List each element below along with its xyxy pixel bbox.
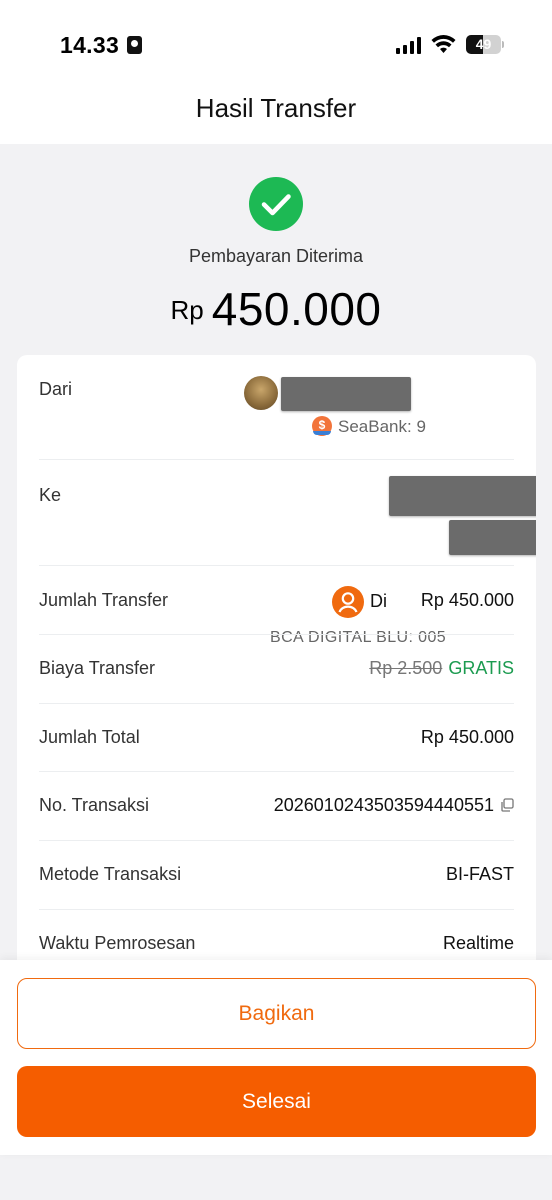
detail-label: No. Transaksi bbox=[39, 795, 150, 815]
battery-cap bbox=[502, 41, 504, 48]
payment-status: Pembayaran Diterima bbox=[188, 246, 364, 266]
detail-label: Metode Transaksi bbox=[39, 864, 182, 884]
detail-row-biaya-transfer: Biaya Transfer Rp 2.500 GRATIS bbox=[39, 635, 514, 704]
copy-icon[interactable] bbox=[500, 798, 514, 812]
original-fee: Rp 2.500 bbox=[369, 658, 443, 678]
detail-row-jumlah-transfer: Jumlah Transfer Rp 450.000 bbox=[39, 566, 514, 635]
done-button[interactable]: Selesai bbox=[17, 1066, 536, 1137]
detail-value: BI-FAST bbox=[445, 864, 514, 884]
recipient-account-redacted bbox=[449, 520, 536, 555]
detail-label: Biaya Transfer bbox=[39, 658, 156, 678]
cellular-signal-icon bbox=[396, 37, 421, 54]
amount-currency: Rp bbox=[170, 295, 204, 325]
battery-icon: 49 bbox=[466, 35, 501, 54]
detail-value: Rp 2.500 GRATIS bbox=[369, 658, 514, 679]
check-circle-icon bbox=[249, 177, 303, 231]
detail-row-dari: Dari SeaBank: 9 bbox=[39, 355, 514, 460]
transaction-details-card: Dari SeaBank: 9 Ke Di BCA DIGITAL BLU: 0… bbox=[17, 355, 536, 975]
detail-value: Rp 450.000 bbox=[420, 727, 514, 747]
status-time: 14.33 bbox=[60, 32, 120, 58]
transaction-number: 20260102435035944405​51 bbox=[273, 795, 494, 815]
amount-value: 450.000 bbox=[211, 283, 382, 335]
detail-value: Realtime bbox=[442, 933, 514, 953]
detail-label: Jumlah Transfer bbox=[39, 590, 169, 610]
share-button[interactable]: Bagikan bbox=[17, 978, 536, 1049]
detail-row-jumlah-total: Jumlah Total Rp 450.000 bbox=[39, 704, 514, 772]
transfer-amount: Rp 450.000 bbox=[0, 282, 552, 336]
seabank-logo-icon bbox=[312, 416, 332, 436]
sender-avatar bbox=[244, 376, 278, 410]
detail-label: Ke bbox=[39, 485, 62, 505]
status-bar: 14.33 49 bbox=[0, 0, 552, 88]
sender-bank-account: SeaBank: 9 bbox=[338, 417, 426, 436]
detail-value: Rp 450.000 bbox=[420, 590, 514, 610]
sender-name-redacted bbox=[281, 377, 411, 411]
page-header: Hasil Transfer bbox=[0, 88, 552, 144]
detail-label: Dari bbox=[39, 379, 73, 399]
page-title: Hasil Transfer bbox=[195, 93, 357, 123]
detail-row-ke: Ke Di BCA DIGITAL BLU: 005 bbox=[39, 460, 536, 646]
detail-row-no-transaksi: No. Transaksi 20260102435035944405​51 bbox=[39, 772, 514, 841]
contact-card-icon bbox=[127, 36, 142, 54]
wifi-icon bbox=[431, 35, 456, 53]
battery-level: 49 bbox=[475, 36, 492, 52]
recipient-name-redacted bbox=[389, 476, 536, 516]
bottom-action-panel: Bagikan Selesai bbox=[0, 960, 552, 1155]
detail-label: Waktu Pemrosesan bbox=[39, 933, 196, 953]
detail-row-metode: Metode Transaksi BI-FAST bbox=[39, 841, 514, 910]
free-fee-label: GRATIS bbox=[448, 658, 514, 678]
detail-label: Jumlah Total bbox=[39, 727, 140, 747]
detail-value: 20260102435035944405​51 bbox=[274, 795, 514, 816]
